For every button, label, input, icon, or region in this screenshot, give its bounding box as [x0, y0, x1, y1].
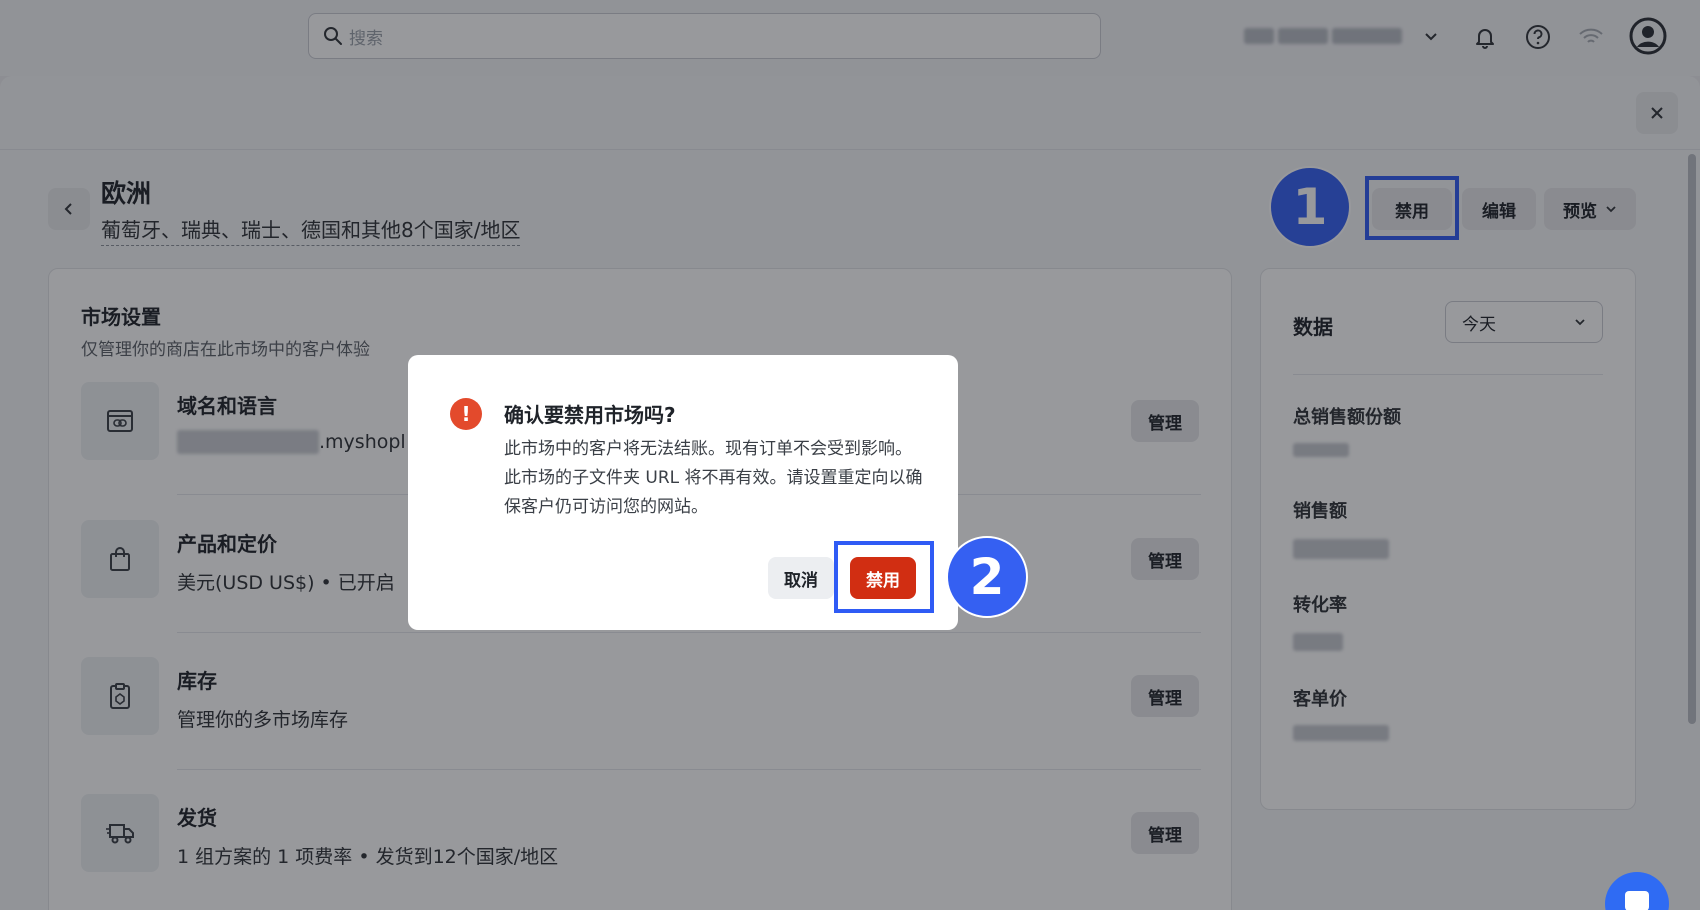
dialog-message: 此市场中的客户将无法结账。现有订单不会受到影响。此市场的子文件夹 URL 将不再…: [504, 439, 923, 517]
dialog-title: 确认要禁用市场吗?: [504, 403, 676, 427]
step-2-badge: 2: [946, 536, 1028, 618]
step-2-highlight: [834, 541, 934, 613]
warning-icon: !: [450, 398, 482, 430]
cancel-button[interactable]: 取消: [768, 557, 834, 599]
chat-icon: [1625, 891, 1649, 910]
